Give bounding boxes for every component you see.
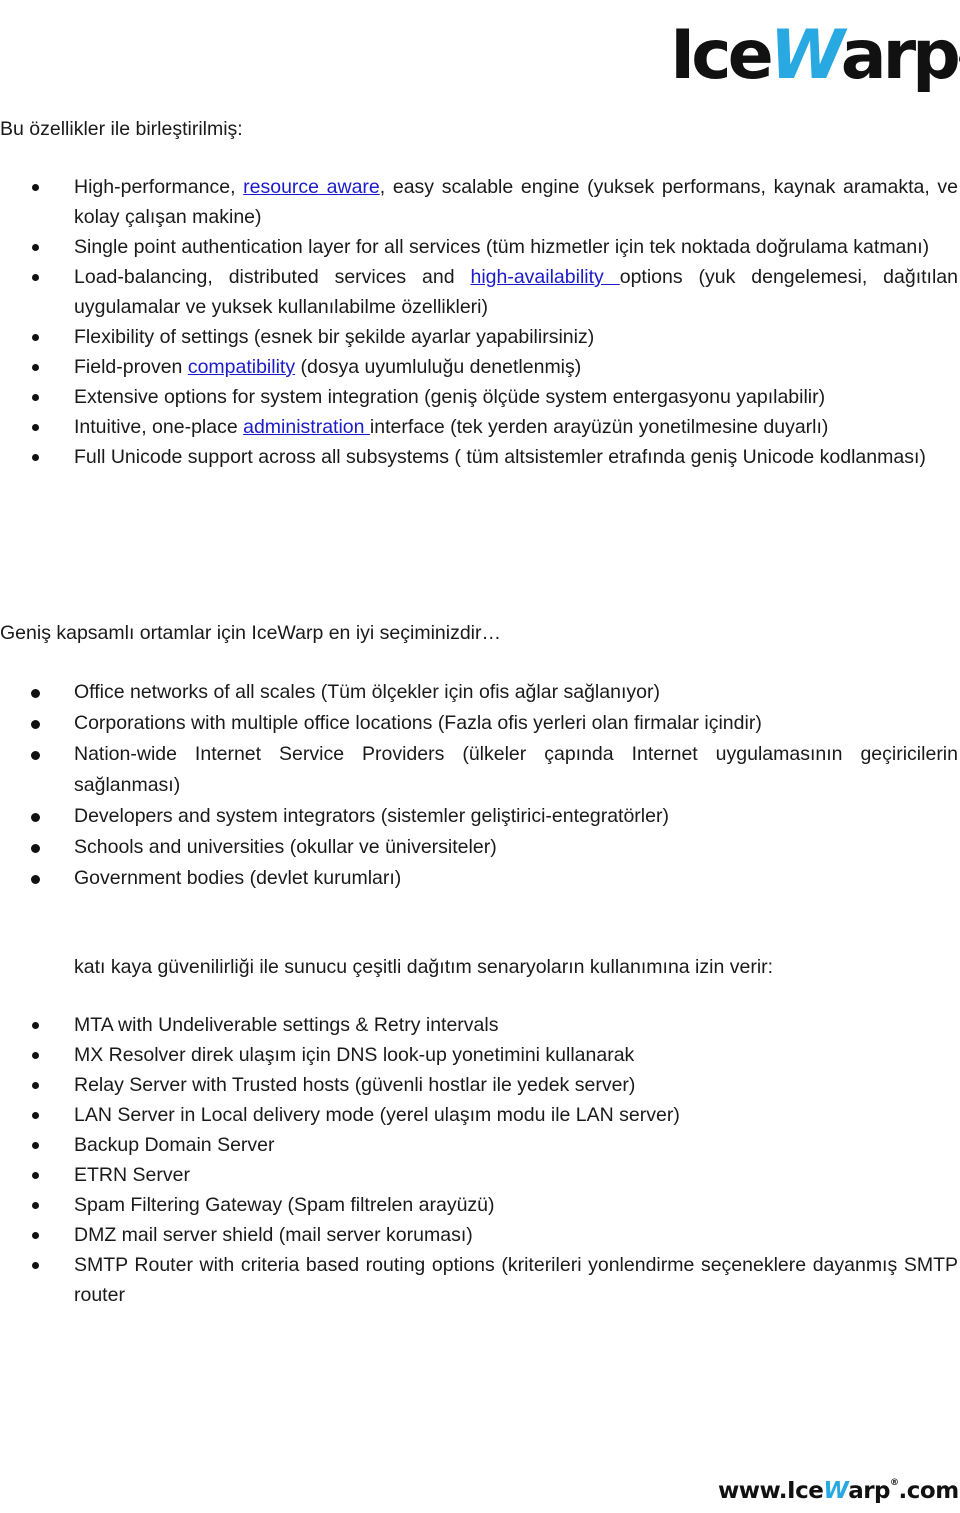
footer-registered-mark: ® [890,1478,899,1488]
list-item: MX Resolver direk ulaşım için DNS look-u… [0,1040,960,1070]
bullet-icon [32,274,39,281]
bullet-icon [32,454,39,461]
logo-prefix: Ice [670,16,774,95]
logo-accent: W [769,16,845,95]
list-item: SMTP Router with criteria based routing … [0,1250,960,1310]
list-item: Load-balancing, distributed services and… [0,262,960,322]
bullet-icon [31,875,40,884]
bullet-icon [32,394,39,401]
section2-heading: Geniş kapsamlı ortamlar için IceWarp en … [0,622,502,644]
administration-link[interactable]: administration [243,416,370,438]
bullet-icon [32,1142,39,1149]
features-list: High-performance, resource aware, easy s… [0,172,960,472]
bullet-icon [32,244,39,251]
list-item: Schools and universities (okullar ve üni… [0,832,960,863]
list-item: Extensive options for system integration… [0,382,960,412]
list-item: Developers and system integrators (siste… [0,801,960,832]
list-item: Spam Filtering Gateway (Spam filtrelen a… [0,1190,960,1220]
resource-aware-link[interactable]: resource aware [243,176,380,198]
list-item: Corporations with multiple office locati… [0,708,960,739]
bullet-icon [32,1022,39,1029]
list-item: MTA with Undeliverable settings & Retry … [0,1010,960,1040]
bullet-icon [32,1082,39,1089]
list-item: ETRN Server [0,1160,960,1190]
list-item: Relay Server with Trusted hosts (güvenli… [0,1070,960,1100]
list-item: Full Unicode support across all subsyste… [0,442,960,472]
section1-heading: Bu özellikler ile birleştirilmiş: [0,118,243,140]
icewarp-logo: IceWarp® [670,16,960,96]
high-availability-link[interactable]: high-availability [470,266,619,288]
bullet-icon [32,334,39,341]
compatibility-link[interactable]: compatibility [188,356,295,378]
bullet-icon [32,424,39,431]
list-item: Single point authentication layer for al… [0,232,960,262]
bullet-icon [32,1172,39,1179]
list-item: LAN Server in Local delivery mode (yerel… [0,1100,960,1130]
section3-heading: katı kaya güvenilirliği ile sunucu çeşit… [74,956,774,978]
footer-website: www.IceWarp®.com.tr [718,1478,960,1504]
list-item: Field-proven compatibility (dosya uyumlu… [0,352,960,382]
bullet-icon [32,1232,39,1239]
list-item: DMZ mail server shield (mail server koru… [0,1220,960,1250]
bullet-icon [32,184,39,191]
bullet-icon [31,813,40,822]
logo-suffix: arp [840,16,960,95]
list-item: High-performance, resource aware, easy s… [0,172,960,232]
bullet-icon [32,364,39,371]
bullet-icon [31,720,40,729]
list-item: Nation-wide Internet Service Providers (… [0,739,960,801]
bullet-icon [32,1052,39,1059]
bullet-icon [32,1112,39,1119]
list-item: Government bodies (devlet kurumları) [0,863,960,894]
bullet-icon [32,1262,39,1269]
bullet-icon [31,689,40,698]
footer-accent: W [823,1478,849,1504]
bullet-icon [31,751,40,760]
list-item: Intuitive, one-place administration inte… [0,412,960,442]
bullet-icon [31,844,40,853]
deployment-scenarios-list: MTA with Undeliverable settings & Retry … [0,1010,960,1310]
environments-list: Office networks of all scales (Tüm ölçek… [0,677,960,894]
list-item: Backup Domain Server [0,1130,960,1160]
bullet-icon [32,1202,39,1209]
list-item: Office networks of all scales (Tüm ölçek… [0,677,960,708]
list-item: Flexibility of settings (esnek bir şekil… [0,322,960,352]
